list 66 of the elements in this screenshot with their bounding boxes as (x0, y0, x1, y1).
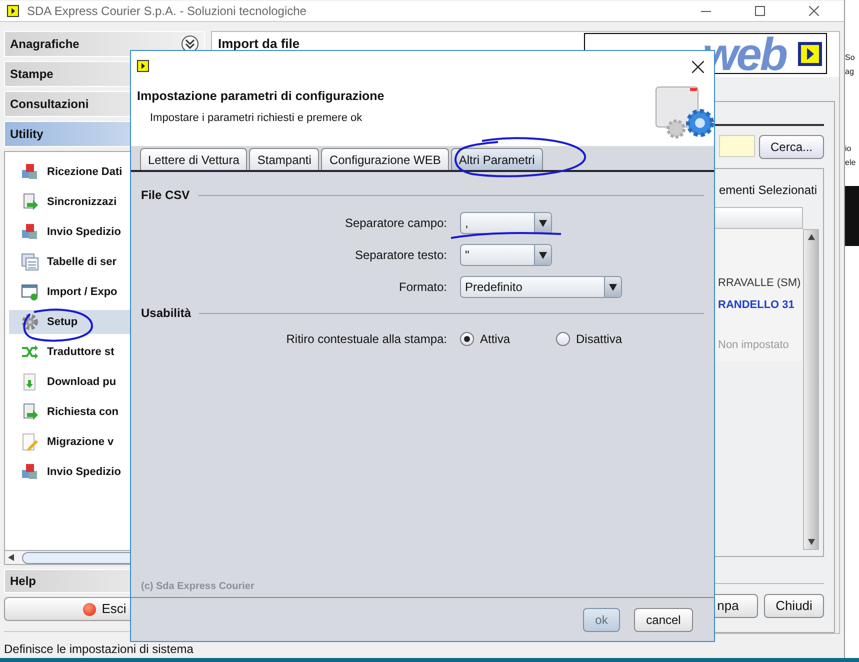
tab[interactable]: Altri Parametri (450, 148, 543, 170)
tab[interactable]: Configurazione WEB (321, 148, 449, 170)
search-button[interactable]: Cerca... (759, 135, 824, 159)
vertical-scrollbar[interactable] (803, 229, 819, 550)
caret-icon (609, 284, 617, 290)
document-arrow-icon (21, 403, 39, 421)
scroll-left-icon (8, 554, 14, 561)
status-text: Definisce le impostazioni di sistema (4, 642, 194, 656)
scroll-down-icon (808, 539, 814, 545)
desktop-text: io (845, 143, 852, 155)
dropdown[interactable]: " (460, 244, 552, 266)
stop-icon (82, 602, 96, 616)
caret-icon (539, 252, 547, 258)
radio-label: Disattiva (576, 331, 622, 348)
document-arrow-icon (21, 193, 39, 211)
search-field[interactable] (719, 135, 755, 157)
desktop-text: ele (845, 157, 857, 169)
radio-button[interactable] (460, 332, 474, 346)
tab[interactable]: Stampanti (249, 148, 320, 170)
desktop-text: ag (845, 66, 855, 78)
table-cell-text: Non impostato (718, 338, 789, 353)
caret-icon (539, 220, 547, 226)
desktop-shape (845, 186, 859, 246)
dialog-button[interactable]: cancel (634, 608, 693, 632)
window-icon (21, 283, 39, 301)
dropdown[interactable]: Predefinito (460, 276, 622, 298)
tab[interactable]: Lettere di Vettura (140, 148, 248, 170)
shuffle-icon (21, 343, 39, 361)
page-title: Import da file (218, 36, 300, 51)
menu-item[interactable]: Invio Spedizio (9, 220, 204, 244)
menu-item[interactable]: Import / Expo (9, 280, 204, 304)
desktop-text: So (845, 52, 856, 64)
scroll-up-icon (808, 234, 814, 240)
accordion-header[interactable]: Anagrafiche (4, 31, 205, 57)
maximize-icon (755, 6, 765, 16)
action-button[interactable]: Chiudi (764, 594, 824, 618)
cubes-icon (21, 463, 39, 481)
field-label: Separatore campo: (344, 215, 447, 232)
table-cell-text: RRAVALLE (SM) (718, 276, 801, 291)
cubes-icon (21, 163, 39, 181)
close-icon (809, 6, 819, 16)
field-label: Formato: (398, 279, 447, 296)
minimize-icon (701, 10, 711, 12)
radio-button[interactable] (556, 332, 570, 346)
close-button[interactable] (692, 61, 704, 73)
cubes-icon (21, 223, 39, 241)
app-icon (137, 60, 149, 72)
section-title: File CSV (141, 187, 190, 204)
field-label: Ritiro contestuale alla stampa: (285, 331, 447, 348)
radio-label: Attiva (480, 331, 510, 348)
field-label: Separatore testo: (354, 247, 447, 264)
menu-item[interactable]: Migrazione v (9, 430, 204, 454)
close-icon (692, 61, 704, 73)
menu-item[interactable]: Invio Spedizio (9, 460, 204, 484)
menu-item[interactable]: Traduttore st (9, 340, 204, 364)
window-title: SDA Express Courier S.p.A. - Soluzioni tecnologiche (27, 3, 306, 20)
menu-item[interactable]: Tabelle di ser (9, 250, 204, 274)
gear-icon (21, 313, 39, 331)
document-pencil-icon (21, 433, 39, 451)
table-icon (21, 253, 39, 271)
app-icon (7, 5, 19, 17)
dropdown[interactable]: , (460, 212, 552, 234)
table-cell-text: RANDELLO 31 (718, 298, 794, 313)
menu-item[interactable]: Download pu (9, 370, 204, 394)
list-title: ementi Selezionati (718, 182, 818, 199)
menu-item[interactable]: Richiesta con (9, 400, 204, 424)
